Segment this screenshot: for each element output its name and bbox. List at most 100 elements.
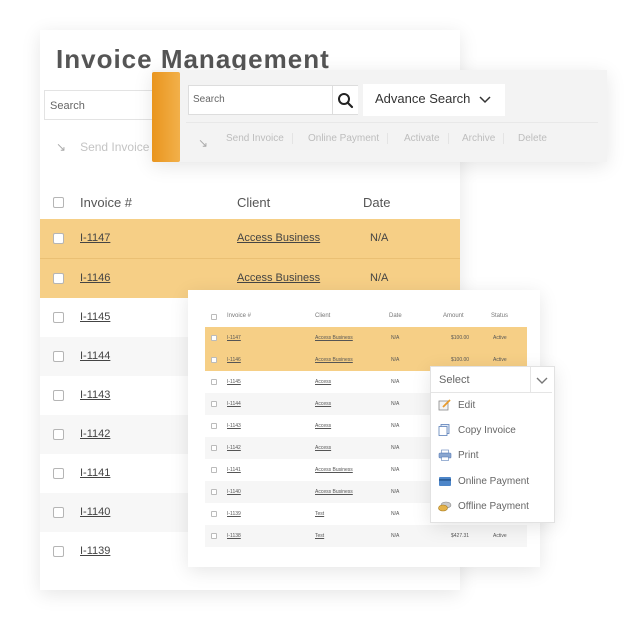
invoice-link[interactable]: I-1147: [227, 335, 241, 341]
column-status: Status: [491, 313, 509, 319]
print-icon: [438, 450, 452, 462]
client-link[interactable]: Access Business: [315, 335, 353, 341]
cash-icon: [438, 502, 452, 512]
row-checkbox[interactable]: [53, 233, 64, 244]
date-cell: N/A: [391, 467, 400, 473]
invoice-link[interactable]: I-1140: [80, 506, 110, 518]
chevron-down-icon: [479, 96, 491, 103]
invoice-link[interactable]: I-1145: [80, 311, 110, 323]
invoice-link[interactable]: I-1143: [227, 423, 241, 429]
send-invoice-action[interactable]: ↘ Send Invoice: [56, 140, 149, 154]
online-payment-action[interactable]: Online Payment: [308, 133, 389, 144]
accent-tab: [152, 72, 180, 162]
search-icon: [338, 93, 354, 109]
row-checkbox[interactable]: [211, 423, 217, 429]
advance-search-button[interactable]: Advance Search: [363, 84, 505, 116]
invoice-link[interactable]: I-1146: [80, 272, 110, 284]
select-all-checkbox[interactable]: [53, 197, 64, 208]
send-icon: ↘: [198, 136, 209, 150]
advance-search-label: Advance Search: [375, 91, 471, 106]
activate-action[interactable]: Activate: [404, 133, 449, 144]
client-link[interactable]: Access: [315, 401, 331, 407]
row-checkbox[interactable]: [211, 511, 217, 517]
client-link[interactable]: Access: [315, 445, 331, 451]
date-cell: N/A: [391, 379, 400, 385]
column-amount: Amount: [443, 313, 464, 319]
client-link[interactable]: Access: [315, 379, 331, 385]
client-link[interactable]: Access Business: [237, 272, 320, 284]
client-link[interactable]: Access Business: [315, 467, 353, 473]
column-date: Date: [389, 313, 402, 319]
row-checkbox[interactable]: [53, 390, 64, 401]
delete-action[interactable]: Delete: [518, 133, 555, 144]
date-cell: N/A: [391, 511, 400, 517]
client-link[interactable]: Access Business: [315, 357, 353, 363]
send-invoice-label: Send Invoice: [80, 140, 150, 154]
archive-action[interactable]: Archive: [462, 133, 505, 144]
invoice-link[interactable]: I-1142: [80, 428, 110, 440]
invoice-link[interactable]: I-1143: [80, 389, 110, 401]
row-checkbox[interactable]: [211, 445, 217, 451]
date-cell: N/A: [391, 357, 400, 363]
invoice-link[interactable]: I-1141: [227, 467, 241, 473]
table-row[interactable]: I-1147 Access Business N/A: [40, 219, 460, 258]
table-row[interactable]: I-1138 Test N/A $427.31 Active: [205, 525, 527, 547]
amount-cell: $100.00: [451, 357, 470, 363]
client-link[interactable]: Access: [315, 423, 331, 429]
menu-item-offline-payment[interactable]: Offline Payment: [438, 496, 529, 518]
send-icon: ↘: [56, 140, 67, 154]
chevron-down-icon: [536, 377, 548, 384]
invoice-link[interactable]: I-1142: [227, 445, 241, 451]
invoice-link[interactable]: I-1141: [80, 467, 110, 479]
search-button[interactable]: [332, 86, 358, 114]
client-link[interactable]: Access Business: [237, 232, 320, 244]
dropdown-toggle[interactable]: [530, 367, 553, 393]
status-cell: Active: [493, 357, 507, 363]
menu-item-online-payment[interactable]: Online Payment: [438, 471, 529, 493]
column-invoice: Invoice #: [227, 313, 252, 319]
invoice-link[interactable]: I-1144: [80, 350, 110, 362]
invoice-link[interactable]: I-1147: [80, 232, 110, 244]
row-checkbox[interactable]: [53, 351, 64, 362]
menu-item-label: Offline Payment: [458, 501, 529, 512]
client-link[interactable]: Access Business: [315, 489, 353, 495]
row-checkbox[interactable]: [53, 507, 64, 518]
date-cell: N/A: [391, 489, 400, 495]
select-all-checkbox[interactable]: [211, 314, 217, 320]
menu-item-copy-invoice[interactable]: Copy Invoice: [438, 420, 516, 442]
row-checkbox[interactable]: [53, 429, 64, 440]
row-checkbox[interactable]: [53, 546, 64, 557]
table-row[interactable]: I-1147 Access Business N/A $100.00 Activ…: [205, 327, 527, 349]
invoice-link[interactable]: I-1138: [227, 533, 241, 539]
client-link[interactable]: Test: [315, 533, 324, 539]
client-link[interactable]: Test: [315, 511, 324, 517]
column-date: Date: [363, 195, 391, 210]
row-checkbox[interactable]: [211, 379, 217, 385]
date-cell: N/A: [391, 335, 400, 341]
row-checkbox[interactable]: [53, 312, 64, 323]
send-invoice-action[interactable]: Send Invoice: [226, 133, 293, 144]
row-checkbox[interactable]: [211, 533, 217, 539]
date-cell: N/A: [391, 423, 400, 429]
row-checkbox[interactable]: [211, 357, 217, 363]
date-cell: N/A: [370, 272, 389, 284]
search-input[interactable]: Search: [44, 90, 164, 120]
row-checkbox[interactable]: [53, 468, 64, 479]
row-checkbox[interactable]: [211, 401, 217, 407]
invoice-link[interactable]: I-1139: [227, 511, 241, 517]
row-checkbox[interactable]: [211, 489, 217, 495]
invoice-link[interactable]: I-1139: [80, 545, 110, 557]
invoice-link[interactable]: I-1144: [227, 401, 241, 407]
menu-item-print[interactable]: Print: [438, 445, 479, 467]
invoice-link[interactable]: I-1140: [227, 489, 241, 495]
row-checkbox[interactable]: [211, 467, 217, 473]
menu-item-edit[interactable]: Edit: [438, 395, 475, 417]
table-header: Invoice # Client Date: [40, 182, 460, 222]
date-cell: N/A: [391, 445, 400, 451]
row-checkbox[interactable]: [53, 273, 64, 284]
row-checkbox[interactable]: [211, 335, 217, 341]
invoice-link[interactable]: I-1145: [227, 379, 241, 385]
date-cell: N/A: [370, 232, 389, 244]
invoice-link[interactable]: I-1146: [227, 357, 241, 363]
column-client: Client: [237, 195, 271, 210]
